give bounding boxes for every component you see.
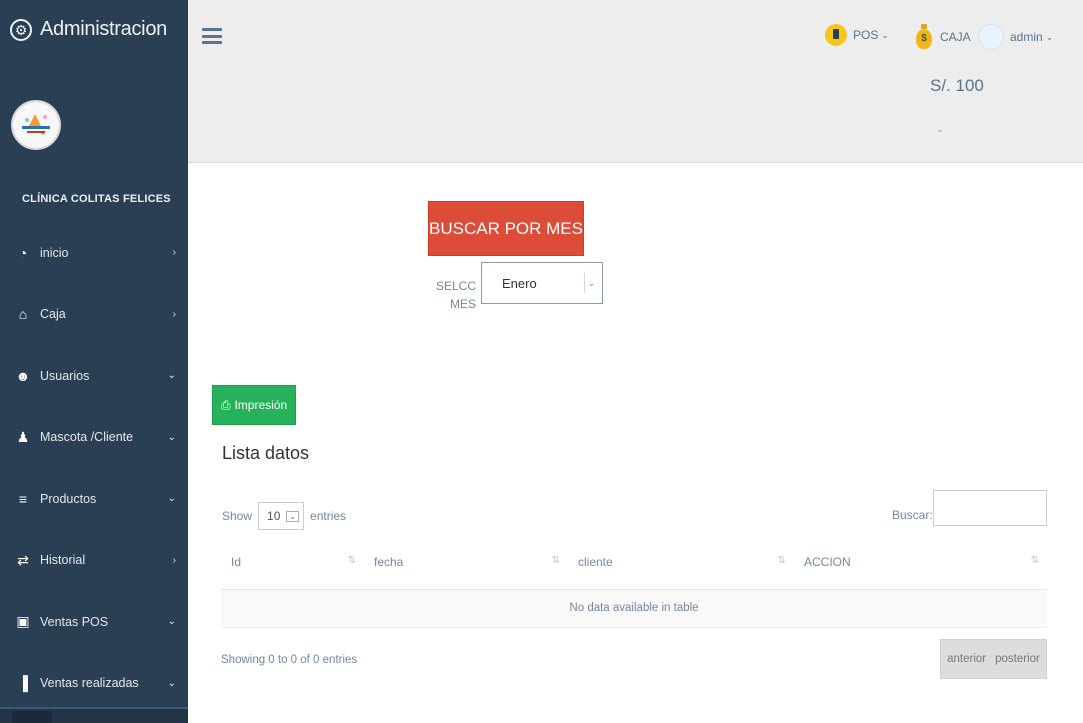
bank-icon: ⌂ — [18, 306, 28, 323]
month-select[interactable]: Enero ⌄ — [481, 262, 603, 304]
pos-menu[interactable]: POS ⌄ — [825, 24, 889, 46]
sidebar-menu: ◔ inicio › ⌂ Caja › ☻ Usuarios ⌄ ♟ Masco… — [0, 222, 188, 714]
table-row: No data available in table — [221, 589, 1047, 628]
gear-icon: ⚙ — [10, 18, 32, 41]
chevron-down-icon: ⌄ — [1045, 31, 1054, 42]
sidebar-item-label: inicio — [40, 245, 69, 260]
avatar — [978, 24, 1004, 50]
sort-icon: ⇅ — [777, 555, 786, 566]
chevron-down-icon: ⌄ — [167, 493, 176, 505]
print-button[interactable]: ⎙ Impresión — [212, 385, 296, 425]
users-icon: ☻ — [15, 367, 31, 384]
caja-amount: S/. 100 — [930, 76, 984, 95]
pet-client-icon: ♟ — [16, 428, 30, 445]
sidebar-item-historial[interactable]: ⇄ Historial › — [0, 530, 188, 592]
caja-label: CAJA — [940, 30, 971, 44]
chevron-down-icon: ⌄ — [286, 510, 300, 522]
print-label: Impresión — [234, 398, 288, 412]
sidebar-item-caja[interactable]: ⌂ Caja › — [0, 284, 188, 346]
chevron-down-icon: ⌄ — [881, 29, 889, 40]
sidebar-item-ventas-pos[interactable]: ▣ Ventas POS ⌄ — [0, 591, 188, 653]
user-name: admin — [1010, 30, 1043, 44]
bar-chart-icon: ▐ — [18, 675, 28, 692]
pos-label: POS — [853, 28, 879, 42]
sidebar: ⚙ Administracion CLÍNICA COLITAS FELICES… — [0, 0, 188, 723]
list-title: Lista datos — [222, 443, 310, 463]
brand[interactable]: ⚙ Administracion — [10, 18, 167, 41]
exchange-icon: ⇄ — [17, 551, 29, 568]
menu-toggle-icon[interactable] — [202, 28, 222, 44]
chevron-right-icon: › — [172, 308, 176, 320]
sidebar-item-productos[interactable]: ≡ Productos ⌄ — [0, 468, 188, 530]
entries-label: entries — [310, 509, 347, 523]
money-icon: ▣ — [16, 613, 30, 630]
search-by-month-button[interactable]: BUSCAR POR MES — [428, 201, 584, 256]
sort-icon: ⇅ — [551, 555, 560, 566]
user-menu[interactable]: admin ⌄ — [978, 24, 1053, 50]
chevron-down-icon: ⌄ — [167, 431, 176, 443]
chevron-down-icon[interactable]: ⌄ — [936, 124, 944, 135]
clinic-logo — [11, 100, 61, 150]
next-page-button[interactable]: posterior — [995, 653, 1040, 665]
pos-icon — [825, 24, 847, 46]
column-header-accion[interactable]: ACCION ⇅ — [794, 535, 1047, 590]
sort-icon: ⇅ — [347, 555, 356, 566]
sidebar-item-usuarios[interactable]: ☻ Usuarios ⌄ — [0, 345, 188, 407]
page-length-control: Show 10 ⌄ entries — [222, 502, 346, 530]
sidebar-item-inicio[interactable]: ◔ inicio › — [0, 222, 188, 284]
app-title: Administracion — [40, 18, 167, 40]
chevron-down-icon: ⌄ — [167, 370, 176, 382]
column-header-cliente[interactable]: cliente ⇅ — [568, 535, 794, 590]
page-length-value: 10 — [267, 509, 281, 523]
clinic-name: CLÍNICA COLITAS FELICES — [22, 193, 171, 205]
sidebar-item-label: Caja — [40, 307, 66, 322]
database-icon: ≡ — [18, 490, 28, 507]
empty-table-message: No data available in table — [221, 589, 1047, 628]
sidebar-item-label: Ventas realizadas — [40, 676, 139, 691]
chevron-down-icon: ⌄ — [584, 273, 598, 293]
selected-month: Enero — [502, 275, 537, 291]
show-label: Show — [222, 509, 253, 523]
select-month-label: SELCCI MES — [436, 279, 476, 311]
previous-page-button[interactable]: anterior — [947, 653, 986, 665]
sort-icon: ⇅ — [1030, 555, 1039, 566]
sidebar-item-label: Historial — [40, 553, 86, 568]
sidebar-item-mascota-cliente[interactable]: ♟ Mascota /Cliente ⌄ — [0, 407, 188, 469]
column-header-fecha[interactable]: fecha ⇅ — [364, 535, 568, 590]
search-input[interactable] — [933, 490, 1047, 526]
chevron-down-icon: ⌄ — [167, 616, 176, 628]
chevron-right-icon: › — [172, 247, 176, 259]
sidebar-item-label: Ventas POS — [40, 614, 109, 629]
search-label: Buscar: — [892, 508, 933, 522]
sidebar-item-label: Productos — [40, 491, 97, 506]
page-length-select[interactable]: 10 ⌄ — [258, 502, 305, 530]
top-navbar: POS ⌄ $ CAJA admin ⌄ S/. 100 ⌄ — [188, 0, 1083, 163]
column-header-id[interactable]: Id ⇅ — [221, 535, 364, 590]
sidebar-item-ventas-realizadas[interactable]: ▐ Ventas realizadas ⌄ — [0, 653, 188, 715]
print-icon: ⎙ — [220, 397, 231, 412]
money-bag-icon: $ — [916, 24, 932, 50]
table-info: Showing 0 to 0 of 0 entries — [221, 654, 358, 666]
sidebar-item-label: Mascota /Cliente — [40, 430, 134, 445]
sidebar-item-label: Usuarios — [40, 368, 90, 383]
dashboard-icon: ◔ — [18, 244, 28, 261]
sidebar-footer — [0, 707, 188, 723]
caja-menu[interactable]: $ CAJA — [916, 24, 971, 50]
chevron-right-icon: › — [172, 554, 176, 566]
sidebar-footer-block — [12, 711, 52, 723]
data-table: Id ⇅ fecha ⇅ cliente ⇅ ACCION ⇅ No data … — [221, 535, 1047, 628]
pagination: anterior posterior — [940, 639, 1047, 679]
chevron-down-icon: ⌄ — [167, 677, 176, 689]
